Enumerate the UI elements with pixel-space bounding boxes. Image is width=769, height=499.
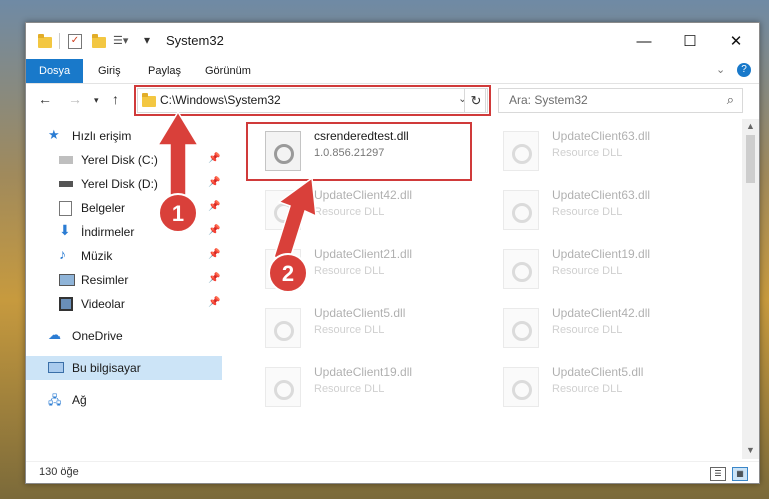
annotation-overlay: 1 2 [156, 110, 317, 293]
step-number-one: 1 [172, 201, 184, 226]
arrow-two [273, 176, 317, 263]
step-number-two: 2 [282, 261, 294, 286]
arrow-one [156, 110, 200, 197]
